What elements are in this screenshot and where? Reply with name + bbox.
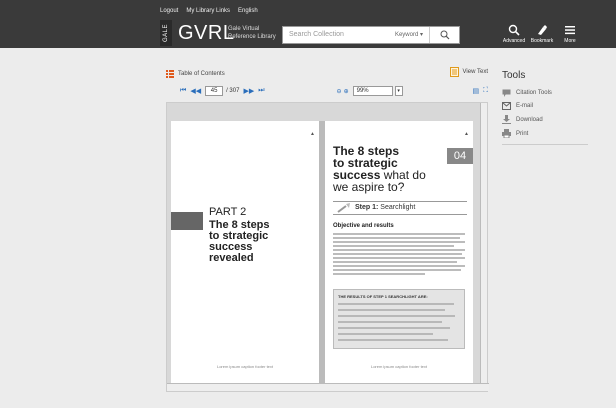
bookmark-button[interactable]: Bookmark: [530, 24, 554, 44]
body-text: [333, 233, 465, 277]
tools-divider: [502, 144, 588, 145]
horizontal-scrollbar[interactable]: [167, 383, 489, 391]
email-icon: [502, 102, 511, 110]
print-icon: [502, 129, 511, 138]
last-page-icon[interactable]: ⏭: [258, 87, 264, 95]
page-marker: ▲: [310, 131, 315, 137]
page-navigation-bar: ⏮ ◀◀ 45 / 307 ▶▶ ⏭ ⊖ ⊕ 99% ▾ ▤ ⛶: [166, 84, 488, 98]
zoom-select[interactable]: 99%: [352, 86, 393, 96]
results-box-title: THE RESULTS OF STEP 1 SEARCHLIGHT ARE:: [338, 294, 428, 299]
zoom-in-icon[interactable]: ⊕: [344, 88, 349, 95]
tools-title: Tools: [502, 70, 526, 81]
advanced-search-button[interactable]: Advanced: [502, 24, 526, 44]
table-of-contents-link[interactable]: Table of Contents: [166, 70, 225, 78]
menu-icon: [565, 26, 575, 35]
zoom-out-icon[interactable]: ⊖: [337, 88, 342, 95]
citation-icon: [502, 89, 511, 97]
print-link[interactable]: Print: [502, 129, 588, 138]
print-page-icon[interactable]: ▤: [472, 87, 479, 95]
my-library-links-link[interactable]: My Library Links: [186, 8, 230, 14]
document-icon: [449, 67, 459, 77]
chapter-number-badge: 04: [447, 148, 473, 164]
language-link[interactable]: English: [238, 8, 258, 14]
search-button[interactable]: [429, 27, 459, 43]
next-page-icon[interactable]: ▶▶: [243, 87, 254, 95]
first-page-icon[interactable]: ⏮: [180, 87, 186, 95]
top-navigation-bar: Logout My Library Links English GALE GVR…: [0, 0, 616, 48]
search-bar: Search Collection Keyword ▾: [282, 26, 460, 44]
more-menu-button[interactable]: More: [558, 24, 582, 44]
page-number-input[interactable]: 45: [205, 86, 224, 96]
search-scope-select[interactable]: Keyword ▾: [395, 31, 423, 38]
search-input[interactable]: Search Collection: [289, 31, 344, 38]
gvrl-logo[interactable]: GVRL: [178, 22, 234, 45]
advanced-search-icon: [508, 24, 520, 36]
download-link[interactable]: Download: [502, 115, 588, 124]
fullscreen-icon[interactable]: ⛶: [483, 87, 488, 95]
part-label: PART 2: [209, 206, 247, 218]
page-marker: ▲: [464, 131, 469, 137]
view-text-button[interactable]: View Text: [449, 67, 488, 77]
right-page: ▲ The 8 steps to strategic success what …: [325, 121, 473, 383]
citation-tools-link[interactable]: Citation Tools: [502, 89, 588, 97]
tools-panel: Tools Citation Tools E-mail Download Pri…: [502, 70, 588, 145]
left-page-footer: Lorem ipsum caption footer text: [216, 364, 274, 369]
left-page: ▲ PART 2 The 8 steps to strategic succes…: [171, 121, 319, 383]
right-page-footer: Lorem ipsum caption footer text: [370, 364, 428, 369]
page-total: / 307: [226, 88, 240, 94]
logout-link[interactable]: Logout: [160, 8, 178, 14]
zoom-dropdown-arrow[interactable]: ▾: [394, 86, 403, 96]
bookmark-icon: [538, 25, 547, 35]
gvrl-subtitle: Gale Virtual Reference Library: [228, 26, 276, 40]
gale-logo[interactable]: GALE: [160, 20, 172, 46]
toc-icon: [166, 70, 174, 78]
search-icon: [440, 30, 449, 40]
document-canvas: ▲ PART 2 The 8 steps to strategic succes…: [166, 102, 489, 392]
download-icon: [502, 115, 511, 124]
part-tab: [171, 212, 203, 230]
account-links: Logout My Library Links English: [160, 8, 258, 14]
email-link[interactable]: E-mail: [502, 102, 588, 110]
previous-page-icon[interactable]: ◀◀: [190, 87, 201, 95]
results-box: THE RESULTS OF STEP 1 SEARCHLIGHT ARE:: [333, 289, 465, 349]
section-heading: Objective and results: [333, 223, 394, 229]
part-title: The 8 steps to strategic success reveale…: [209, 219, 270, 264]
step-banner: Step 1: Searchlight: [333, 201, 467, 215]
searchlight-icon: [337, 203, 350, 213]
document-viewer: Table of Contents View Text ⏮ ◀◀ 45 / 30…: [166, 65, 489, 395]
vertical-scrollbar[interactable]: [480, 103, 487, 385]
